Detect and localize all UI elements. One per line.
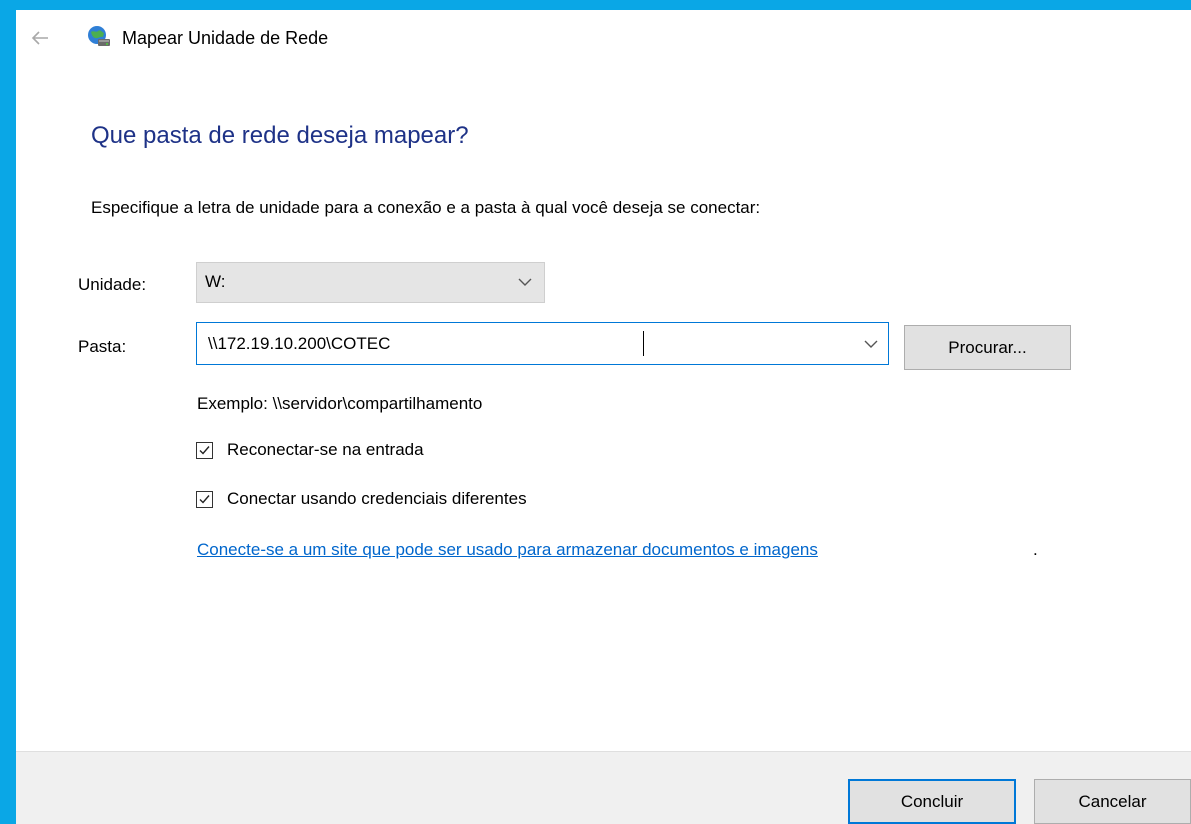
window-title: Mapear Unidade de Rede (122, 28, 329, 48)
chevron-down-icon[interactable] (862, 335, 880, 353)
map-network-drive-dialog: Mapear Unidade de Rede Que pasta de rede… (16, 10, 1191, 824)
example-text: Exemplo: \\servidor\compartilhamento (197, 394, 483, 413)
reconnect-checkbox[interactable] (196, 442, 213, 459)
credentials-label: Conectar usando credenciais diferentes (227, 489, 527, 508)
reconnect-label: Reconectar-se na entrada (227, 440, 424, 459)
browse-button[interactable]: Procurar... (904, 325, 1071, 370)
main-instruction: Que pasta de rede deseja mapear? (91, 122, 469, 149)
drive-label: Unidade: (78, 275, 147, 294)
cancel-button[interactable]: Cancelar (1034, 779, 1191, 824)
folder-label: Pasta: (78, 337, 127, 356)
drive-letter-select[interactable]: W: (196, 262, 545, 303)
folder-path-input[interactable] (198, 324, 838, 363)
arrow-left-icon (31, 31, 48, 45)
network-drive-icon (88, 26, 110, 46)
drive-letter-value: W: (205, 272, 226, 291)
description-text: Especifique a letra de unidade para a co… (91, 198, 761, 217)
dialog-footer: Concluir Cancelar (16, 751, 1191, 824)
dialog-header: Mapear Unidade de Rede (16, 10, 1191, 70)
back-button[interactable] (28, 26, 52, 50)
connect-website-link[interactable]: Conecte-se a um site que pode ser usado … (197, 540, 818, 560)
credentials-checkbox[interactable] (196, 491, 213, 508)
checkmark-icon (199, 495, 210, 504)
chevron-down-icon (518, 278, 532, 286)
finish-button[interactable]: Concluir (848, 779, 1016, 824)
checkmark-icon (199, 446, 210, 455)
text-caret (643, 331, 644, 356)
folder-combobox (196, 322, 889, 365)
link-period: . (1033, 540, 1038, 559)
